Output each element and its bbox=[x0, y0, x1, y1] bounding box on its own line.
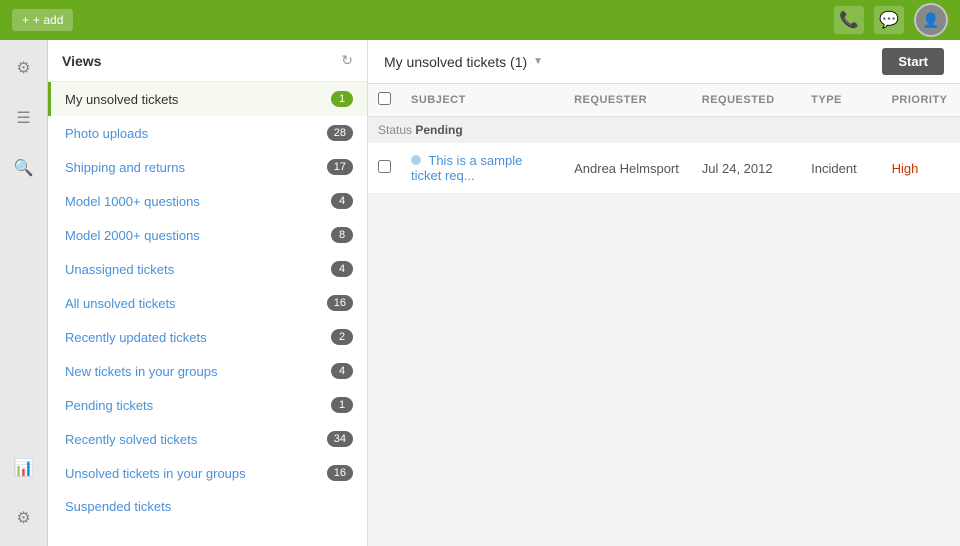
view-item[interactable]: Unassigned tickets 4 bbox=[48, 252, 367, 286]
gear-icon[interactable]: ⚙ bbox=[8, 52, 40, 84]
content-header: My unsolved tickets (1) ▼ Start bbox=[368, 40, 960, 84]
column-requester: Requester bbox=[564, 84, 692, 117]
view-item[interactable]: Recently updated tickets 2 bbox=[48, 320, 367, 354]
chat-button[interactable]: 💬 bbox=[874, 6, 904, 34]
dropdown-arrow-icon[interactable]: ▼ bbox=[533, 56, 543, 67]
views-list: My unsolved tickets1Photo uploads28Shipp… bbox=[48, 82, 367, 546]
views-panel: Views ↻ My unsolved tickets 1 Photo upload… bbox=[48, 40, 368, 546]
plus-icon: + bbox=[22, 13, 29, 27]
add-label: + add bbox=[33, 13, 63, 27]
content-title-text: My unsolved tickets (1) bbox=[384, 54, 527, 70]
column-subject: Subject bbox=[401, 84, 564, 117]
view-item-label: All unsolved tickets bbox=[65, 296, 176, 311]
column-requested: Requested bbox=[692, 84, 801, 117]
view-item-label: My unsolved tickets bbox=[65, 92, 178, 107]
view-item[interactable]: Model 2000+ questions 8 bbox=[48, 218, 367, 252]
phone-icon: 📞 bbox=[839, 10, 859, 30]
view-item[interactable]: My unsolved tickets 1 bbox=[48, 82, 367, 116]
row-requester: Andrea Helmsport bbox=[564, 143, 692, 194]
topbar-right: 📞 💬 👤 bbox=[834, 3, 948, 37]
start-button[interactable]: Start bbox=[882, 48, 944, 75]
status-dot bbox=[411, 155, 421, 165]
avatar-icon: 👤 bbox=[922, 12, 939, 29]
view-badge: 16 bbox=[327, 465, 353, 481]
view-item[interactable]: Suspended tickets bbox=[48, 490, 367, 523]
view-item-label: Shipping and returns bbox=[65, 160, 185, 175]
icon-sidebar: ⚙ ☰ 🔍 📊 ⚙ bbox=[0, 40, 48, 546]
view-badge: 8 bbox=[331, 227, 353, 243]
views-header: Views ↻ bbox=[48, 40, 367, 82]
view-badge: 28 bbox=[327, 125, 353, 141]
row-subject: This is a sample ticket req... bbox=[401, 143, 564, 194]
view-badge: 4 bbox=[331, 363, 353, 379]
topbar-left: + + add bbox=[12, 9, 73, 31]
status-cell: Status Pending bbox=[368, 117, 960, 144]
status-row: Status Pending bbox=[368, 117, 960, 144]
phone-button[interactable]: 📞 bbox=[834, 6, 864, 34]
view-item-label: New tickets in your groups bbox=[65, 364, 217, 379]
view-item[interactable]: All unsolved tickets 16 bbox=[48, 286, 367, 320]
row-checkbox-cell bbox=[368, 143, 401, 194]
main-layout: ⚙ ☰ 🔍 📊 ⚙ Views ↻ My unsolved tickets 1 Ph… bbox=[0, 40, 960, 546]
view-item[interactable]: Model 1000+ questions 4 bbox=[48, 184, 367, 218]
search-icon[interactable]: 🔍 bbox=[8, 152, 40, 184]
content-area: My unsolved tickets (1) ▼ Start Subject … bbox=[368, 40, 960, 546]
view-badge: 16 bbox=[327, 295, 353, 311]
ticket-table: Subject Requester Requested Type Priorit… bbox=[368, 84, 960, 194]
topbar: + + add 📞 💬 👤 bbox=[0, 0, 960, 40]
view-item-label: Model 2000+ questions bbox=[65, 228, 200, 243]
view-badge: 1 bbox=[331, 91, 353, 107]
view-item-label: Model 1000+ questions bbox=[65, 194, 200, 209]
ticket-tbody: Status Pending This is a sample ticket r… bbox=[368, 117, 960, 194]
view-badge: 4 bbox=[331, 261, 353, 277]
view-item[interactable]: Pending tickets 1 bbox=[48, 388, 367, 422]
add-button[interactable]: + + add bbox=[12, 9, 73, 31]
avatar[interactable]: 👤 bbox=[914, 3, 948, 37]
row-requested-date: Jul 24, 2012 bbox=[692, 143, 801, 194]
refresh-icon[interactable]: ↻ bbox=[341, 52, 353, 69]
view-item-label: Recently updated tickets bbox=[65, 330, 207, 345]
table-header-row: Subject Requester Requested Type Priorit… bbox=[368, 84, 960, 117]
chat-icon: 💬 bbox=[879, 10, 899, 30]
view-item[interactable]: Unsolved tickets in your groups 16 bbox=[48, 456, 367, 490]
table-wrapper: Subject Requester Requested Type Priorit… bbox=[368, 84, 960, 546]
view-item[interactable]: Shipping and returns 17 bbox=[48, 150, 367, 184]
row-type: Incident bbox=[801, 143, 881, 194]
row-checkbox[interactable] bbox=[378, 160, 391, 173]
content-title: My unsolved tickets (1) ▼ bbox=[384, 54, 543, 70]
table-row[interactable]: This is a sample ticket req... Andrea He… bbox=[368, 143, 960, 194]
menu-icon[interactable]: ☰ bbox=[8, 102, 40, 134]
view-badge: 4 bbox=[331, 193, 353, 209]
column-type: Type bbox=[801, 84, 881, 117]
settings-icon[interactable]: ⚙ bbox=[8, 502, 40, 534]
select-all-checkbox[interactable] bbox=[378, 92, 391, 105]
view-item[interactable]: Photo uploads 28 bbox=[48, 116, 367, 150]
icon-sidebar-bottom: 📊 ⚙ bbox=[8, 452, 40, 546]
view-item-label: Pending tickets bbox=[65, 398, 153, 413]
views-title: Views bbox=[62, 53, 101, 69]
view-badge: 1 bbox=[331, 397, 353, 413]
ticket-subject[interactable]: This is a sample ticket req... bbox=[411, 153, 522, 183]
view-badge: 2 bbox=[331, 329, 353, 345]
view-item-label: Photo uploads bbox=[65, 126, 148, 141]
row-priority: High bbox=[882, 143, 960, 194]
view-item-label: Recently solved tickets bbox=[65, 432, 197, 447]
view-item-label: Suspended tickets bbox=[65, 499, 171, 514]
chart-icon[interactable]: 📊 bbox=[8, 452, 40, 484]
view-item-label: Unsolved tickets in your groups bbox=[65, 466, 246, 481]
column-priority: Priority bbox=[882, 84, 960, 117]
view-item-label: Unassigned tickets bbox=[65, 262, 174, 277]
view-item[interactable]: Recently solved tickets 34 bbox=[48, 422, 367, 456]
view-badge: 34 bbox=[327, 431, 353, 447]
view-item[interactable]: New tickets in your groups 4 bbox=[48, 354, 367, 388]
view-badge: 17 bbox=[327, 159, 353, 175]
